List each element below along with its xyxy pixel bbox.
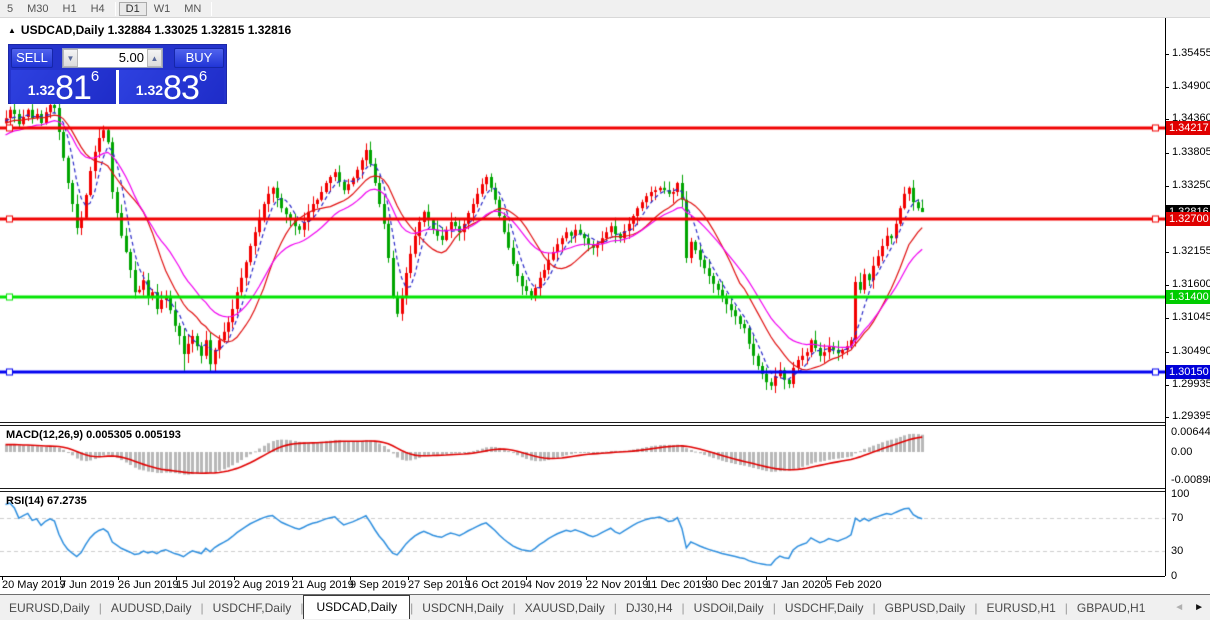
sell-price-big: 81 xyxy=(55,73,91,103)
price-tick-label: 1.32155 xyxy=(1172,245,1210,257)
price-tick-mark xyxy=(1165,252,1169,253)
price-tick-label: 1.29935 xyxy=(1172,378,1210,390)
tab-dj30-h4[interactable]: DJ30,H4 xyxy=(617,598,682,618)
timeframe-button-m30[interactable]: M30 xyxy=(20,2,55,16)
date-label: 22 Nov 2019 xyxy=(586,579,648,591)
chart-title: ▲ USDCAD,Daily 1.32884 1.33025 1.32815 1… xyxy=(8,23,291,37)
buy-button[interactable]: BUY xyxy=(174,48,224,68)
date-label: 27 Sep 2019 xyxy=(408,579,470,591)
chart-title-text: USDCAD,Daily 1.32884 1.33025 1.32815 1.3… xyxy=(21,23,291,37)
tab-xauusd-daily[interactable]: XAUUSD,Daily xyxy=(516,598,614,618)
timeframe-button-h1[interactable]: H1 xyxy=(56,2,84,16)
collapse-panel-icon[interactable]: ▲ xyxy=(8,26,16,35)
hline-price-label: 1.32700 xyxy=(1166,212,1210,226)
tab-gbpaud-h1[interactable]: GBPAUD,H1 xyxy=(1068,598,1154,618)
tab-usdcad-daily[interactable]: USDCAD,Daily xyxy=(303,595,410,619)
timeframe-button-d1[interactable]: D1 xyxy=(119,2,147,16)
tab-usdcnh-daily[interactable]: USDCNH,Daily xyxy=(413,598,512,618)
macd-label: MACD(12,26,9) 0.005305 0.005193 xyxy=(6,429,181,441)
price-tick-mark xyxy=(1165,87,1169,88)
price-tick-label: 1.33805 xyxy=(1172,146,1210,158)
timeframe-toolbar: 5M30H1H4 D1W1MN xyxy=(0,0,1210,18)
buy-price-prefix: 1.32 xyxy=(136,77,163,103)
price-tick-mark xyxy=(1165,417,1169,418)
rsi-label: RSI(14) 67.2735 xyxy=(6,495,87,507)
sell-button[interactable]: SELL xyxy=(11,48,53,68)
timeframe-button-5[interactable]: 5 xyxy=(0,2,20,16)
price-tick-label: 1.35455 xyxy=(1172,47,1210,59)
rsi-tick-label: 70 xyxy=(1171,512,1183,524)
date-label: 21 Aug 2019 xyxy=(292,579,354,591)
tab-eurusd-daily[interactable]: EURUSD,Daily xyxy=(0,598,99,618)
mt4-window: 5M30H1H4 D1W1MN ▲ USDCAD,Daily 1.32884 1.… xyxy=(0,0,1210,620)
date-label: 11 Dec 2019 xyxy=(646,579,708,591)
volume-spinner: ▼ 5.00 ▲ xyxy=(62,48,163,68)
date-label: 2 Aug 2019 xyxy=(234,579,290,591)
hline-price-label: 1.34217 xyxy=(1166,121,1210,135)
rsi-tick-label: 100 xyxy=(1171,488,1189,500)
sell-price-display[interactable]: 1.32 81 6 xyxy=(11,70,116,104)
macd-tick-label: 0.00 xyxy=(1171,446,1192,458)
buy-price-display[interactable]: 1.32 83 6 xyxy=(119,70,224,104)
sell-price-pip: 6 xyxy=(91,71,99,83)
date-label: 20 May 2019 xyxy=(2,579,66,591)
tab-scroll-arrows: ◄► xyxy=(1174,602,1204,613)
price-tick-mark xyxy=(1165,186,1169,187)
date-label: 4 Nov 2019 xyxy=(526,579,582,591)
tab-audusd-daily[interactable]: AUDUSD,Daily xyxy=(102,598,201,618)
tab-usdoil-daily[interactable]: USDOil,Daily xyxy=(685,598,773,618)
price-tick-mark xyxy=(1165,318,1169,319)
pane-divider[interactable] xyxy=(0,422,1165,426)
tab-usdchf-daily[interactable]: USDCHF,Daily xyxy=(204,598,301,618)
toolbar-separator xyxy=(115,2,116,16)
hline-price-label: 1.31400 xyxy=(1166,290,1210,304)
tab-scroll-left-icon[interactable]: ◄ xyxy=(1174,602,1184,613)
price-tick-mark xyxy=(1165,352,1169,353)
date-label: 17 Jan 2020 xyxy=(766,579,827,591)
price-tick-label: 1.34900 xyxy=(1172,80,1210,92)
price-tick-mark xyxy=(1165,153,1169,154)
price-tick-mark xyxy=(1165,285,1169,286)
tab-usdchf-daily[interactable]: USDCHF,Daily xyxy=(776,598,873,618)
pane-divider[interactable] xyxy=(0,488,1165,492)
date-label: 7 Jun 2019 xyxy=(60,579,114,591)
macd-tick-label: -0.008982 xyxy=(1171,474,1210,486)
buy-price-pip: 6 xyxy=(199,71,207,83)
sell-price-prefix: 1.32 xyxy=(28,77,55,103)
rsi-tick-label: 30 xyxy=(1171,545,1183,557)
toolbar-separator xyxy=(211,2,212,16)
tab-scroll-right-icon[interactable]: ► xyxy=(1194,602,1204,613)
price-tick-mark xyxy=(1165,385,1169,386)
hline-price-label: 1.30150 xyxy=(1166,365,1210,379)
timeframe-button-w1[interactable]: W1 xyxy=(147,2,178,16)
macd-tick-label: 0.006448 xyxy=(1171,426,1210,438)
date-label: 16 Oct 2019 xyxy=(466,579,526,591)
timeframe-button-h4[interactable]: H4 xyxy=(84,2,112,16)
date-label: 26 Jun 2019 xyxy=(118,579,179,591)
volume-value[interactable]: 5.00 xyxy=(78,49,147,67)
rsi-tick-label: 0 xyxy=(1171,570,1177,582)
volume-decrease-button[interactable]: ▼ xyxy=(63,49,78,67)
tab-gbpusd-daily[interactable]: GBPUSD,Daily xyxy=(876,598,975,618)
price-tick-label: 1.31045 xyxy=(1172,311,1210,323)
date-label: 15 Jul 2019 xyxy=(176,579,233,591)
one-click-trading-panel: SELL ▼ 5.00 ▲ BUY 1.32 81 6 1.32 83 6 xyxy=(8,44,227,104)
price-tick-label: 1.33250 xyxy=(1172,179,1210,191)
buy-price-big: 83 xyxy=(163,73,199,103)
price-tick-label: 1.30490 xyxy=(1172,345,1210,357)
price-tick-mark xyxy=(1165,54,1169,55)
volume-increase-button[interactable]: ▲ xyxy=(147,49,162,67)
date-label: 30 Dec 2019 xyxy=(706,579,768,591)
rsi-indicator-pane[interactable] xyxy=(0,493,1165,576)
time-axis-line xyxy=(0,576,1165,577)
price-tick-label: 1.31600 xyxy=(1172,278,1210,290)
date-label: 5 Feb 2020 xyxy=(826,579,882,591)
chart-tab-bar: EURUSD,Daily|AUDUSD,Daily|USDCHF,Daily|U… xyxy=(0,594,1210,620)
tab-eurusd-h1[interactable]: EURUSD,H1 xyxy=(977,598,1064,618)
timeframe-button-mn[interactable]: MN xyxy=(177,2,208,16)
date-label: 9 Sep 2019 xyxy=(350,579,406,591)
price-tick-label: 1.29395 xyxy=(1172,410,1210,422)
